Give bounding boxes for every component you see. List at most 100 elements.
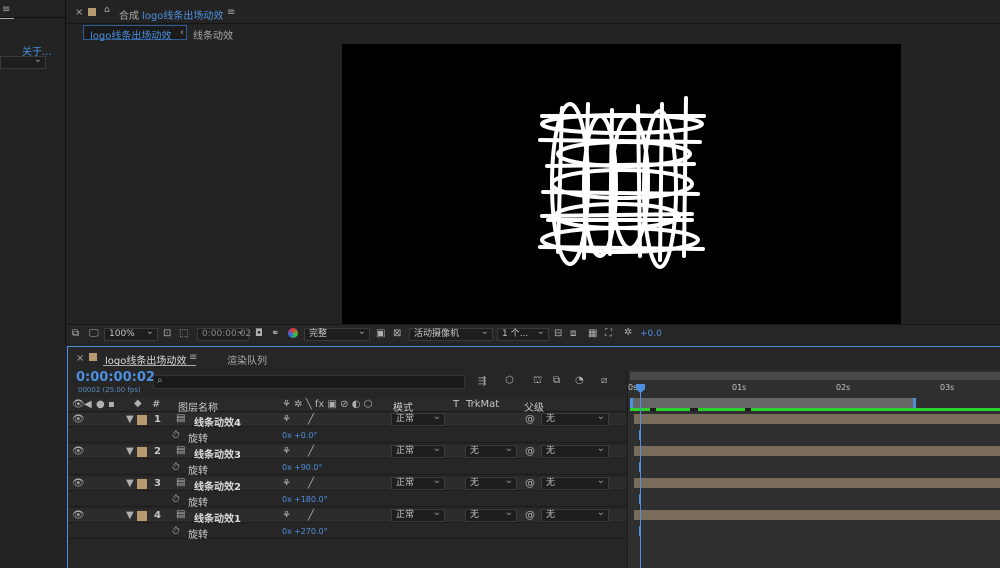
visibility-eye-icon[interactable]: 👁 <box>72 510 85 521</box>
reset-exposure-icon[interactable]: ✲ <box>624 327 632 338</box>
layer-row[interactable]: 👁 ▼ 4 ▤ 线条动效1 ⚘ ╱ 正常 无 @ 无 <box>68 507 626 525</box>
current-time-indicator[interactable] <box>640 385 641 568</box>
frame-blending-icon[interactable]: ⧉ <box>553 375 560 386</box>
mode-dropdown[interactable]: 正常 <box>391 507 445 522</box>
layer-duration-bar[interactable] <box>634 446 1000 456</box>
rotation-value[interactable]: +0.0° <box>294 431 317 440</box>
label-color-swatch[interactable] <box>137 447 147 457</box>
current-time[interactable]: 0:00:00:02 <box>76 370 155 385</box>
rotation-revolutions[interactable]: 0x <box>282 431 292 440</box>
layer-row[interactable]: 👁 ▼ 3 ▤ 线条动效2 ⚘ ╱ 正常 无 @ 无 <box>68 475 626 493</box>
camera-dropdown[interactable]: 活动摄像机 <box>409 326 493 341</box>
expand-arrow-icon[interactable]: ▼ <box>126 414 134 425</box>
timeline-tab-menu-icon[interactable]: ≡ <box>189 352 197 363</box>
views-dropdown[interactable]: 1 个... <box>497 326 549 341</box>
trkmat-dropdown[interactable]: 无 <box>465 507 517 522</box>
breadcrumb-next[interactable]: 线条动效 <box>193 27 233 42</box>
audio-icon[interactable]: ◀ <box>84 399 92 410</box>
comp-mini-flowchart-icon[interactable]: ⇶ <box>478 376 486 387</box>
safe-zones-icon[interactable]: ⬚ <box>179 328 188 339</box>
expand-arrow-icon[interactable]: ▼ <box>126 478 134 489</box>
close-icon[interactable]: × <box>75 7 83 18</box>
quality-switch-icon[interactable]: ╱ <box>308 510 314 521</box>
trkmat-dropdown[interactable]: 无 <box>465 443 517 458</box>
graph-editor-icon[interactable]: ⧄ <box>601 375 607 386</box>
expand-arrow-icon[interactable]: ▼ <box>126 510 134 521</box>
region-icon[interactable]: ⧉ <box>72 328 79 339</box>
camera-snapshot-icon[interactable]: ◘ <box>255 328 263 339</box>
color-channel-icon[interactable] <box>288 328 298 338</box>
composition-canvas[interactable] <box>342 44 901 324</box>
rotation-revolutions[interactable]: 0x <box>282 527 292 536</box>
eye-icon[interactable]: 👁 <box>72 399 85 410</box>
solo-icon[interactable]: ● <box>96 399 105 410</box>
render-queue-tab[interactable]: 渲染队列 <box>227 352 267 367</box>
toggle-pixel-icon[interactable]: ⊟ <box>554 328 562 339</box>
layer-duration-bar[interactable] <box>634 510 1000 520</box>
mode-dropdown[interactable]: 正常 <box>391 475 445 490</box>
layer-name-header[interactable]: 图层名称 <box>178 399 218 414</box>
time-navigator[interactable] <box>630 372 1000 380</box>
fast-preview-icon[interactable]: ⧈ <box>570 328 576 339</box>
rotation-value[interactable]: +90.0° <box>294 463 323 472</box>
label-color-swatch[interactable] <box>137 511 147 521</box>
transparency-grid-icon[interactable]: ⊠ <box>393 328 401 339</box>
visibility-eye-icon[interactable]: 👁 <box>72 446 85 457</box>
layer-name[interactable]: 线条动效1 <box>194 510 241 525</box>
collapse-switch-icon[interactable]: ⚘ <box>282 414 291 425</box>
rotation-value[interactable]: +270.0° <box>294 527 328 536</box>
visibility-eye-icon[interactable]: 👁 <box>72 478 85 489</box>
parent-dropdown[interactable]: 无 <box>541 507 609 522</box>
stopwatch-icon[interactable]: ⏱ <box>172 526 180 537</box>
stopwatch-icon[interactable]: ⏱ <box>172 430 180 441</box>
layer-name[interactable]: 线条动效4 <box>194 414 241 429</box>
draft-3d-icon[interactable]: ⬡ <box>505 375 514 386</box>
stopwatch-icon[interactable]: ⏱ <box>172 462 180 473</box>
visibility-eye-icon[interactable]: 👁 <box>72 414 85 425</box>
layer-row[interactable]: 👁 ▼ 2 ▤ 线条动效3 ⚘ ╱ 正常 无 @ 无 <box>68 443 626 461</box>
resolution-dropdown[interactable]: 完整 <box>304 326 370 341</box>
layer-name[interactable]: 线条动效3 <box>194 446 241 461</box>
rotation-revolutions[interactable]: 0x <box>282 463 292 472</box>
shy-layers-icon[interactable]: ⛫ <box>533 375 542 388</box>
fit-icon[interactable]: ⊡ <box>163 328 171 339</box>
flowchart-icon[interactable]: ⛶ <box>605 328 612 339</box>
collapse-switch-icon[interactable]: ⚘ <box>282 478 291 489</box>
layer-row[interactable]: 👁 ▼ 1 ▤ 线条动效4 ⚘ ╱ 正常 @ 无 <box>68 411 626 429</box>
stopwatch-icon[interactable]: ⏱ <box>172 494 180 505</box>
quality-switch-icon[interactable]: ╱ <box>308 414 314 425</box>
layer-duration-bar[interactable] <box>634 414 1000 424</box>
parent-dropdown[interactable]: 无 <box>541 411 609 426</box>
viewer-menu-icon[interactable]: ≡ <box>227 7 235 18</box>
parent-dropdown[interactable]: 无 <box>541 475 609 490</box>
work-area-bar[interactable] <box>630 398 916 408</box>
pickwhip-icon[interactable]: @ <box>525 478 535 489</box>
layer-name[interactable]: 线条动效2 <box>194 478 241 493</box>
collapse-switch-icon[interactable]: ⚘ <box>282 510 291 521</box>
timeline-icon[interactable]: ▦ <box>588 328 597 339</box>
panel-menu-icon[interactable]: ≡ <box>2 4 10 15</box>
show-snapshot-icon[interactable]: ⚭ <box>271 328 279 339</box>
label-tag-icon[interactable]: ◆ <box>134 398 142 409</box>
roi-icon[interactable]: ▣ <box>376 328 385 339</box>
breadcrumb-active[interactable]: logo线条出场动效 <box>90 27 171 42</box>
timeline-close-icon[interactable]: × <box>76 353 84 364</box>
mode-dropdown[interactable]: 正常 <box>391 411 445 426</box>
zoom-dropdown[interactable]: 100% <box>104 326 158 341</box>
rotation-revolutions[interactable]: 0x <box>282 495 292 504</box>
parent-dropdown[interactable]: 无 <box>541 443 609 458</box>
collapse-switch-icon[interactable]: ⚘ <box>282 446 291 457</box>
timecode-display[interactable]: 0:00:00:02 <box>197 326 251 341</box>
left-dropdown[interactable]: ⌄ <box>0 54 46 69</box>
lock-column-icon[interactable]: ▪ <box>108 399 115 410</box>
pickwhip-icon[interactable]: @ <box>525 510 535 521</box>
expand-arrow-icon[interactable]: ▼ <box>126 446 134 457</box>
motion-blur-icon[interactable]: ◔ <box>575 375 584 386</box>
label-color-swatch[interactable] <box>137 479 147 489</box>
quality-switch-icon[interactable]: ╱ <box>308 446 314 457</box>
lock-icon[interactable]: ⌂ <box>104 5 110 15</box>
layer-search-input[interactable]: ⌕ <box>153 375 465 389</box>
pickwhip-icon[interactable]: @ <box>525 414 535 425</box>
layer-duration-bar[interactable] <box>634 478 1000 488</box>
rotation-value[interactable]: +180.0° <box>294 495 328 504</box>
